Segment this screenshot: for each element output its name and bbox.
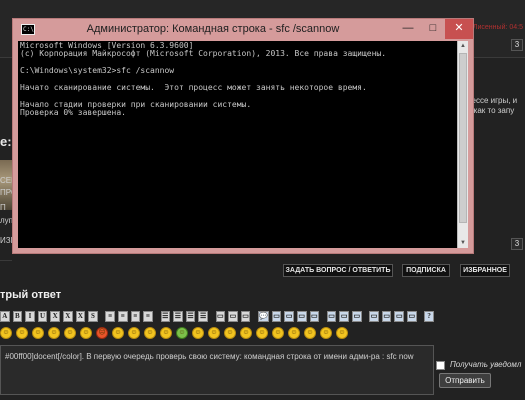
toolbar-format-button[interactable]: ≡: [143, 311, 153, 322]
toolbar-format-button[interactable]: ▭: [381, 311, 392, 322]
quick-reply-title: трый ответ: [0, 289, 62, 301]
toolbar-separator: [420, 311, 422, 323]
close-button[interactable]: ✕: [445, 19, 473, 39]
toolbar-format-button[interactable]: ☰: [160, 311, 171, 322]
maximize-button[interactable]: □: [421, 19, 445, 39]
smiley-bar: ☺ ☺ ☺ ☺ ☺ ☺ ☹ ☺ ☺ ☺ ☺ ☺ ☺ ☺ ☺ ☺ ☺ ☺ ☺ ☺ ☺ ☺: [0, 327, 348, 339]
toolbar-format-button[interactable]: ▭: [339, 311, 349, 322]
toolbar-format-button[interactable]: ?: [424, 311, 434, 322]
toolbar-format-button[interactable]: ▭: [309, 311, 320, 322]
toolbar-separator: [253, 311, 255, 323]
scroll-up-arrow-icon[interactable]: ▲: [458, 41, 468, 51]
smiley-icon[interactable]: ☺: [80, 327, 92, 339]
page-number-box[interactable]: 3: [511, 39, 523, 51]
toolbar-format-button[interactable]: ▭: [394, 311, 405, 322]
window-title: Администратор: Командная строка - sfc /s…: [86, 23, 340, 35]
smiley-icon[interactable]: ☺: [48, 327, 60, 339]
window-titlebar[interactable]: C:\ Администратор: Командная строка - sf…: [13, 19, 473, 41]
toolbar-format-button[interactable]: X: [50, 311, 60, 322]
page-number-box-lower[interactable]: 3: [511, 238, 523, 250]
toolbar-format-button[interactable]: ≡: [105, 311, 116, 322]
toolbar-separator: [365, 311, 367, 323]
toolbar-format-button[interactable]: ☰: [185, 311, 196, 322]
console-line: C:\Windows\system32>sfc /scannow: [20, 66, 175, 76]
toolbar-format-button[interactable]: A: [0, 311, 10, 322]
smiley-icon[interactable]: ☺: [192, 327, 204, 339]
toolbar-format-button[interactable]: I: [25, 311, 35, 322]
smiley-icon[interactable]: ☺: [128, 327, 140, 339]
console-line: Проверка 0% завершена.: [20, 108, 126, 118]
bbcode-toolbar: A B I U X X X S ≡ ≡ ≡ ≡ ☰ ☰ ☰ ☰ ▭ ▭ ▭ 💬 ▭ ▭ ▭ ▭ ▭ ▭ ▭ ▭ ▭ ▭ ▭?: [0, 311, 434, 323]
post-snippet-right-1: цессе игры, и: [467, 96, 518, 105]
vertical-scrollbar[interactable]: ▲ ▼: [457, 41, 468, 248]
divider: [0, 260, 12, 261]
console-line: Начато сканирование системы. Этот процес…: [20, 82, 367, 92]
toolbar-format-button[interactable]: ▭: [326, 311, 337, 322]
smiley-icon[interactable]: ☺: [112, 327, 124, 339]
reply-textarea[interactable]: #00ff00]docent[/color]. В первую очередь…: [0, 345, 434, 395]
toolbar-separator: [211, 311, 213, 323]
toolbar-format-button[interactable]: ≡: [130, 311, 141, 322]
scroll-thumb[interactable]: [459, 53, 467, 223]
smiley-icon[interactable]: ☺: [336, 327, 348, 339]
toolbar-format-button[interactable]: ▭: [352, 311, 362, 322]
user-status-text: Лисенный: 04:5: [472, 24, 523, 31]
scroll-down-arrow-icon[interactable]: ▼: [458, 238, 468, 248]
smiley-icon[interactable]: ☺: [32, 327, 44, 339]
toolbar-separator: [156, 311, 158, 323]
toolbar-format-button[interactable]: S: [88, 311, 98, 322]
toolbar-format-button[interactable]: ☰: [173, 311, 183, 322]
toolbar-format-button[interactable]: ▭: [228, 311, 238, 322]
smiley-icon[interactable]: ☺: [288, 327, 300, 339]
smiley-icon[interactable]: ☺: [224, 327, 236, 339]
smiley-icon[interactable]: ☺: [0, 327, 12, 339]
console-line: (c) Корпорация Майкрософт (Microsoft Cor…: [20, 49, 387, 59]
smiley-icon[interactable]: ☺: [272, 327, 284, 339]
toolbar-format-button[interactable]: U: [37, 311, 48, 322]
smiley-icon[interactable]: ☺: [208, 327, 220, 339]
toolbar-format-button[interactable]: ▭: [407, 311, 417, 322]
command-prompt-window[interactable]: C:\ Администратор: Командная строка - sf…: [12, 18, 474, 254]
toolbar-format-button[interactable]: ▭: [296, 311, 307, 322]
smiley-icon[interactable]: ☺: [176, 327, 188, 339]
toolbar-format-button[interactable]: ☰: [198, 311, 208, 322]
toolbar-format-button[interactable]: 💬: [258, 311, 269, 322]
toolbar-format-button[interactable]: B: [12, 311, 23, 322]
smiley-icon[interactable]: ☺: [320, 327, 332, 339]
toolbar-format-button[interactable]: ▭: [369, 311, 379, 322]
subscribe-button[interactable]: ПОДПИСКА: [402, 264, 450, 277]
smiley-icon[interactable]: ☺: [256, 327, 268, 339]
toolbar-separator: [322, 311, 324, 323]
smiley-icon[interactable]: ☺: [160, 327, 172, 339]
notify-checkbox[interactable]: [436, 361, 445, 370]
toolbar-format-button[interactable]: X: [75, 311, 86, 322]
toolbar-format-button[interactable]: ▭: [284, 311, 294, 322]
toolbar-format-button[interactable]: X: [62, 311, 73, 322]
favorite-button[interactable]: ИЗБРАННОЕ: [460, 264, 510, 277]
smiley-icon[interactable]: ☺: [144, 327, 156, 339]
toolbar-format-button[interactable]: ▭: [215, 311, 226, 322]
send-button[interactable]: Отправить: [439, 373, 491, 388]
smiley-icon[interactable]: ☺: [16, 327, 28, 339]
smiley-icon[interactable]: ☺: [304, 327, 316, 339]
minimize-button[interactable]: —: [395, 19, 421, 39]
post-snippet-right-2: е как то запу: [467, 106, 515, 115]
smiley-icon[interactable]: ☺: [240, 327, 252, 339]
user-snippet-3: П: [0, 203, 6, 212]
toolbar-format-button[interactable]: ▭: [271, 311, 282, 322]
toolbar-format-button[interactable]: ≡: [118, 311, 128, 322]
ask-reply-button[interactable]: ЗАДАТЬ ВОПРОС / ОТВЕТИТЬ: [283, 264, 393, 277]
smiley-icon[interactable]: ☹: [96, 327, 108, 339]
console-area[interactable]: Microsoft Windows [Version 6.3.9600] (c) …: [18, 41, 468, 248]
toolbar-format-button[interactable]: ▭: [240, 311, 251, 322]
smiley-icon[interactable]: ☺: [64, 327, 76, 339]
console-output: Microsoft Windows [Version 6.3.9600] (c) …: [20, 41, 456, 118]
notify-label: Получать уведомл: [450, 360, 522, 369]
toolbar-separator: [101, 311, 103, 323]
